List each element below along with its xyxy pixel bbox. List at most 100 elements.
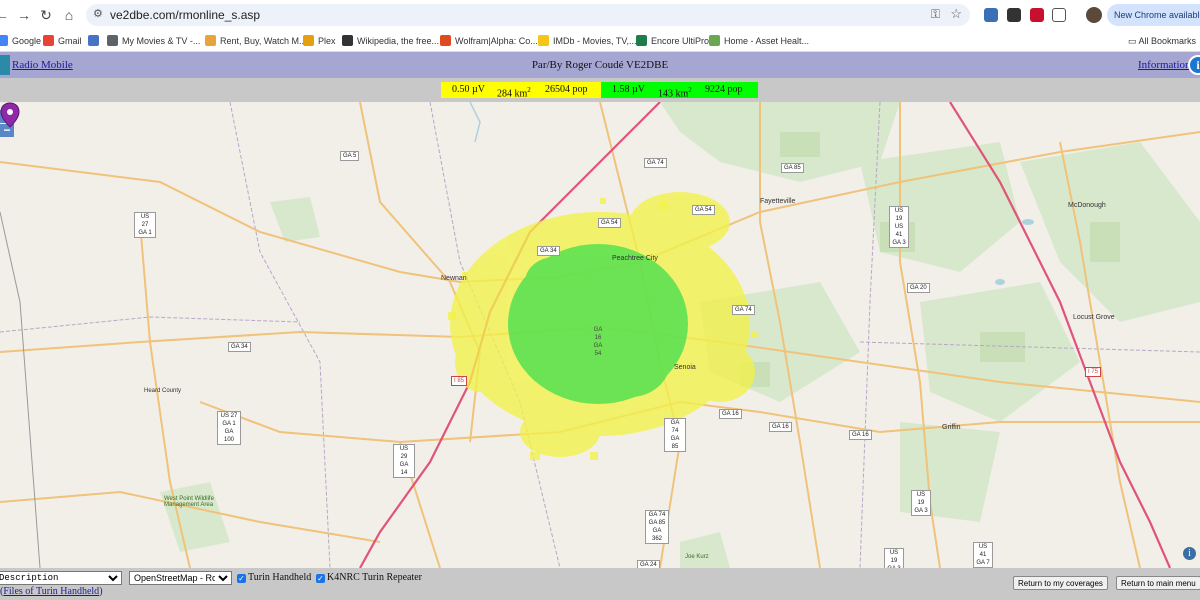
bookmark-item[interactable]: Wikipedia, the free... xyxy=(342,33,439,49)
return-main-menu-button[interactable]: Return to main menu xyxy=(1116,576,1200,590)
coverage-map[interactable]: + − Newnan Peachtree City Fayetteville M… xyxy=(0,102,1200,568)
place-label: West Point Wildlife Management Area xyxy=(164,496,214,508)
bookmark-label: Plex xyxy=(318,36,336,46)
bookmark-star-icon[interactable]: ☆ xyxy=(950,6,962,22)
link-paren: ) xyxy=(99,586,103,597)
browser-toolbar: ← → ↻ ⌂ ⚙ ve2dbe.com/rmonline_s.asp ⚿ ☆ … xyxy=(0,0,1200,30)
bookmark-item[interactable]: Google xyxy=(0,33,41,49)
place-label: Locust Grove xyxy=(1073,314,1115,321)
url-text[interactable]: ve2dbe.com/rmonline_s.asp xyxy=(110,8,260,22)
coverage-green-area: 143 km xyxy=(658,88,689,100)
bookmark-item[interactable] xyxy=(88,33,103,49)
route-shield: GA 54 xyxy=(598,218,621,228)
back-icon[interactable]: ← xyxy=(0,7,10,23)
route-shield: GA 16 xyxy=(849,430,872,440)
route-shield: US 27 GA 1 xyxy=(134,212,156,238)
route-shield: GA 74 GA 85 xyxy=(664,418,686,452)
route-shield: GA 34 xyxy=(228,342,251,352)
route-shield: US 29 GA 14 xyxy=(393,444,415,478)
coverage-green-box: 1.58 µV 143 km2 9224 pop xyxy=(601,82,758,100)
plex-icon xyxy=(303,35,314,46)
bookmark-item[interactable]: Encore UltiPro xyxy=(636,33,709,49)
route-shield: US 19 US 41 GA 3 xyxy=(889,206,909,248)
route-shield: GA 74 xyxy=(644,158,667,168)
route-shield: GA 16 GA 54 xyxy=(593,327,603,357)
checkbox-label: Turin Handheld xyxy=(248,572,312,583)
k4nrc-repeater-checkbox[interactable]: ✓ K4NRC Turin Repeater xyxy=(316,571,422,585)
files-link-text[interactable]: Files of Turin Handheld xyxy=(3,586,99,597)
files-link[interactable]: (Files of Turin Handheld) xyxy=(0,586,103,597)
bookmark-item[interactable]: Rent, Buy, Watch M... xyxy=(205,33,307,49)
wikipedia-icon xyxy=(342,35,353,46)
password-key-icon[interactable]: ⚿ xyxy=(931,7,940,22)
bookmark-item[interactable]: Wolfram|Alpha: Co... xyxy=(440,33,538,49)
checkbox-checked-icon[interactable]: ✓ xyxy=(316,574,325,583)
area-unit-sup: 2 xyxy=(527,86,531,94)
route-shield: I 75 xyxy=(1085,367,1102,377)
extensions-puzzle-icon[interactable] xyxy=(1052,8,1066,22)
google-icon xyxy=(0,35,8,46)
extension-icon[interactable] xyxy=(984,8,998,22)
information-icon[interactable]: i xyxy=(1188,55,1200,75)
coverage-yellow-signal: 0.50 µV xyxy=(452,84,485,95)
address-bar[interactable]: ⚙ ve2dbe.com/rmonline_s.asp ⚿ ☆ xyxy=(86,4,970,26)
route-shield: GA 54 xyxy=(692,205,715,215)
route-shield: US 19 GA 3 xyxy=(911,490,931,516)
information-link[interactable]: Information xyxy=(1138,59,1191,71)
place-label: Fayetteville xyxy=(760,198,796,205)
asset-health-icon xyxy=(709,35,720,46)
route-shield: GA 16 xyxy=(719,409,742,419)
view-mode-select[interactable]: Description xyxy=(0,571,122,585)
all-bookmarks-button[interactable]: ▭ All Bookmarks xyxy=(1128,33,1196,49)
route-shield: GA 20 xyxy=(907,283,930,293)
bookmark-item[interactable]: My Movies & TV -... xyxy=(107,33,200,49)
movies-icon xyxy=(107,35,118,46)
bookmark-label: Google xyxy=(12,36,42,46)
route-shield: I 85 xyxy=(451,376,468,386)
coverage-yellow-pop: 26504 pop xyxy=(545,84,588,95)
reload-icon[interactable]: ↻ xyxy=(38,7,54,23)
coverage-green-area xyxy=(508,244,688,404)
route-shield: GA 24 xyxy=(637,560,660,568)
transmitter-marker-icon[interactable] xyxy=(0,102,20,128)
footer-bar: Description OpenStreetMap - Road ✓ Turin … xyxy=(0,568,1200,600)
area-unit-sup: 2 xyxy=(688,86,692,94)
bookmark-label: My Movies & TV -... xyxy=(122,36,201,46)
place-label: Griffin xyxy=(942,424,961,431)
bookmark-label: Wikipedia, the free... xyxy=(357,36,440,46)
turin-handheld-checkbox[interactable]: ✓ Turin Handheld xyxy=(237,571,311,585)
apps-grid-icon xyxy=(88,35,99,46)
page-title: Par/By Roger Coudé VE2DBE xyxy=(531,59,669,71)
coverage-green-pop: 9224 pop xyxy=(705,84,743,95)
return-coverages-button[interactable]: Return to my coverages xyxy=(1013,576,1108,590)
bookmark-item[interactable]: Plex xyxy=(303,33,336,49)
checkbox-checked-icon[interactable]: ✓ xyxy=(237,574,246,583)
profile-avatar[interactable] xyxy=(1086,7,1102,23)
route-shield: US 41 GA 7 xyxy=(973,542,993,568)
route-shield: GA 34 xyxy=(537,246,560,256)
rent-icon xyxy=(205,35,216,46)
extension-icon[interactable] xyxy=(1007,8,1021,22)
forward-icon[interactable]: → xyxy=(16,7,32,23)
bookmark-label: Wolfram|Alpha: Co... xyxy=(455,36,538,46)
folder-icon: ▭ xyxy=(1127,36,1139,46)
map-type-select[interactable]: OpenStreetMap - Road xyxy=(129,571,232,585)
bookmark-item[interactable]: IMDb - Movies, TV,... xyxy=(538,33,637,49)
home-icon[interactable]: ⌂ xyxy=(61,7,77,23)
bookmark-item[interactable]: Gmail xyxy=(43,33,82,49)
all-bookmarks-label: All Bookmarks xyxy=(1138,36,1196,46)
route-shield: US 27 GA 1 GA 100 xyxy=(217,411,241,445)
place-label: Peachtree City xyxy=(612,255,658,262)
coverage-stats-bar: 0.50 µV 284 km2 26504 pop 1.58 µV 143 km… xyxy=(0,78,1200,102)
imdb-icon xyxy=(538,35,549,46)
bookmark-label: Gmail xyxy=(58,36,82,46)
chrome-update-button[interactable]: New Chrome available xyxy=(1107,4,1200,26)
route-shield: GA 74 GA 85 GA 362 xyxy=(645,510,669,544)
wolfram-icon xyxy=(440,35,451,46)
extension-icon[interactable] xyxy=(1030,8,1044,22)
place-label: Heard County xyxy=(144,388,182,394)
bookmark-item[interactable]: Home - Asset Healt... xyxy=(709,33,809,49)
site-info-icon[interactable]: ⚙ xyxy=(93,7,103,20)
route-shield: US 19 GA 3 xyxy=(884,548,904,568)
map-info-icon[interactable]: i xyxy=(1183,547,1196,560)
